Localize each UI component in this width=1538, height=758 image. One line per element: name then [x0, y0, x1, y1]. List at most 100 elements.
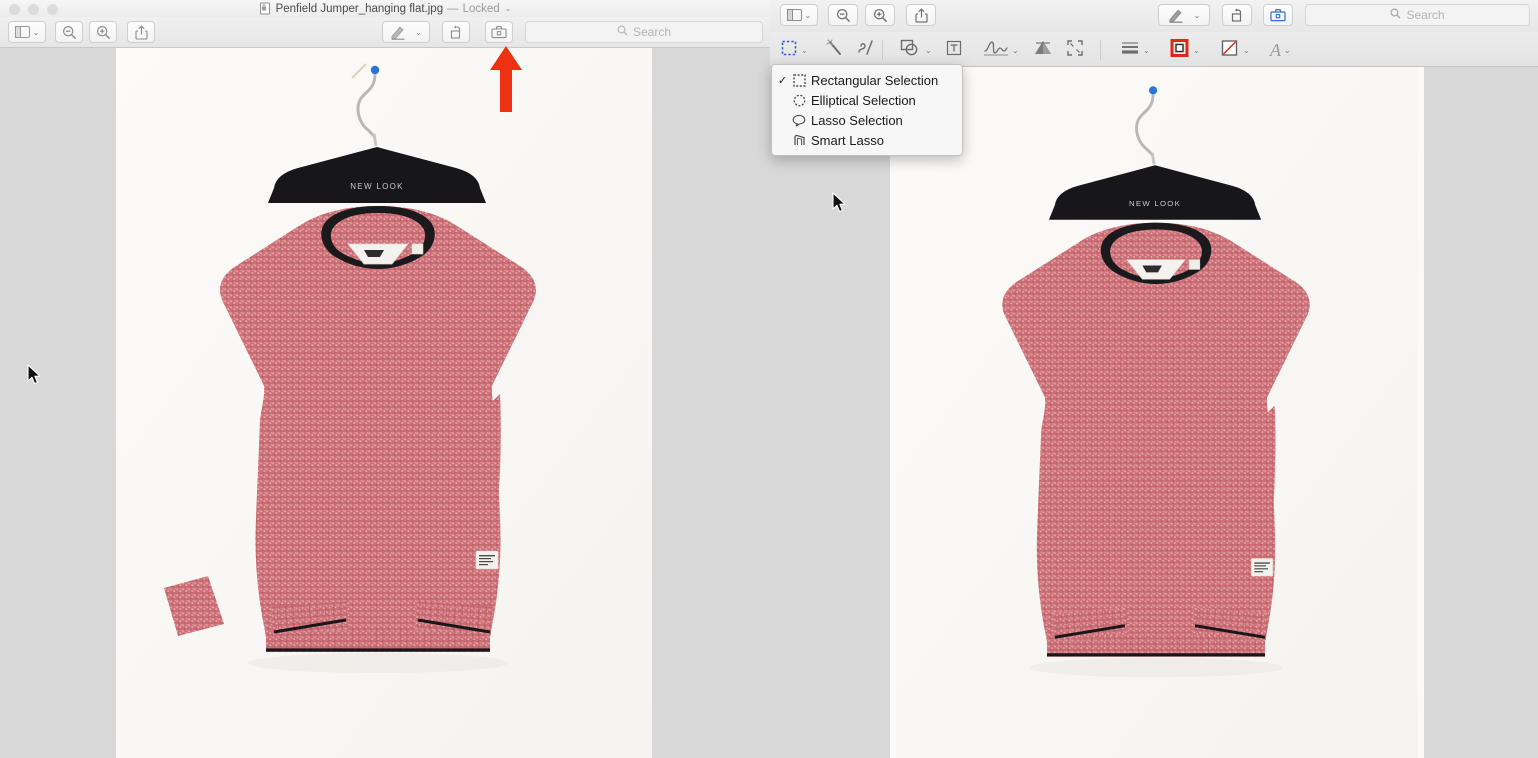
jumper-illustration-left: NEW LOOK — [116, 48, 652, 758]
zoom-in-icon — [96, 25, 111, 40]
sketch-icon — [856, 39, 876, 62]
left-canvas-area: NEW LOOK — [0, 48, 770, 758]
sidebar-icon — [787, 9, 802, 21]
search-icon — [617, 25, 628, 39]
zoom-in-button[interactable] — [89, 21, 117, 43]
chevron-down-icon[interactable]: ⌄ — [33, 28, 40, 37]
text-style-button[interactable]: A ⌄ — [1270, 39, 1291, 61]
mouse-cursor-right-window — [832, 192, 848, 219]
shape-style-button[interactable]: ⌄ — [1120, 39, 1150, 61]
menu-item-elliptical-selection[interactable]: Elliptical Selection — [772, 90, 962, 110]
border-color-button[interactable]: ⌄ — [1170, 39, 1200, 61]
chevron-down-icon[interactable]: ⌄ — [1284, 46, 1291, 55]
zoom-out-button[interactable] — [55, 21, 83, 43]
zoom-out-icon — [62, 25, 77, 40]
share-button[interactable] — [127, 21, 155, 43]
smart-lasso-icon — [789, 134, 809, 147]
markup-toolbox-icon — [1270, 8, 1286, 22]
sidebar-toggle-button[interactable]: ⌄ — [780, 4, 818, 26]
rectangular-selection-icon — [780, 40, 798, 61]
chevron-down-icon[interactable]: ⌄ — [1143, 46, 1150, 55]
selection-tool-button[interactable]: ⌄ — [780, 39, 808, 61]
toolbar-divider — [882, 40, 883, 60]
sidebar-toggle-button[interactable]: ⌄ — [8, 21, 46, 43]
markup-toolbar: ⌄ — [770, 32, 1538, 67]
window-title-filename: Penfield Jumper_hanging flat.jpg — [276, 3, 444, 15]
search-placeholder: Search — [1406, 8, 1444, 22]
markup-pen-button[interactable]: ⌄ — [382, 21, 430, 43]
instant-alpha-button[interactable] — [825, 39, 845, 61]
signature-button[interactable]: ⌄ — [983, 39, 1019, 61]
right-canvas-area: NEW LOOK — [770, 67, 1538, 758]
markup-pen-button[interactable]: ⌄ — [1158, 4, 1210, 26]
crop-icon — [1066, 39, 1084, 62]
instant-alpha-wand-icon — [825, 39, 845, 62]
markup-toolbox-icon — [491, 25, 507, 39]
share-icon — [135, 25, 148, 40]
jumper-illustration-right: NEW LOOK — [890, 67, 1424, 758]
fill-color-icon — [1220, 39, 1240, 62]
chevron-down-icon[interactable]: ⌄ — [1193, 46, 1200, 55]
search-field[interactable]: Search — [525, 21, 763, 43]
lasso-selection-icon — [789, 114, 809, 127]
zoom-in-icon — [873, 8, 888, 23]
chevron-down-icon[interactable]: ⌄ — [1243, 46, 1250, 55]
text-box-icon — [945, 39, 963, 62]
markup-toolbox-button[interactable] — [485, 21, 513, 43]
chevron-down-icon[interactable]: ⌄ — [801, 46, 808, 55]
search-field[interactable]: Search — [1305, 4, 1530, 26]
menu-item-label: Rectangular Selection — [811, 73, 938, 88]
zoom-out-button[interactable] — [828, 4, 858, 26]
photo-left[interactable]: NEW LOOK — [116, 48, 652, 758]
mouse-cursor-left-window — [27, 364, 43, 391]
photo-right[interactable]: NEW LOOK — [890, 67, 1424, 758]
checkmark-icon: ✓ — [776, 74, 789, 87]
window-title-status: Locked — [463, 3, 500, 15]
menu-item-lasso-selection[interactable]: Lasso Selection — [772, 110, 962, 130]
shape-adjust-button[interactable] — [1032, 39, 1054, 61]
share-icon — [915, 8, 928, 23]
rotate-button[interactable] — [442, 21, 470, 43]
rotate-button[interactable] — [1222, 4, 1252, 26]
share-button[interactable] — [906, 4, 936, 26]
search-placeholder: Search — [633, 25, 671, 39]
shape-adjust-icon — [1032, 39, 1054, 62]
search-icon — [1390, 8, 1401, 22]
border-color-icon — [1170, 39, 1190, 62]
red-arrow-pointer — [487, 44, 525, 119]
chevron-down-icon[interactable]: ⌄ — [505, 4, 512, 13]
markup-pen-icon — [390, 25, 406, 40]
chevron-down-icon[interactable]: ⌄ — [1194, 11, 1201, 20]
markup-toolbox-button[interactable] — [1263, 4, 1293, 26]
text-style-icon: A — [1270, 40, 1281, 61]
zoom-out-icon — [836, 8, 851, 23]
shapes-icon — [900, 39, 922, 62]
window-title: Penfield Jumper_hanging flat.jpg — Locke… — [0, 0, 770, 17]
shapes-button[interactable]: ⌄ — [900, 39, 932, 61]
selection-tool-menu[interactable]: ✓ Rectangular Selection Elliptical Selec… — [771, 64, 963, 156]
menu-item-smart-lasso[interactable]: Smart Lasso — [772, 130, 962, 150]
rectangular-selection-icon — [789, 74, 809, 87]
locked-document-icon — [259, 2, 272, 15]
right-window-toolbar: ⌄ — [770, 0, 1538, 32]
left-window-titlebar: Penfield Jumper_hanging flat.jpg — Locke… — [0, 0, 770, 17]
toolbar-divider — [1100, 40, 1101, 60]
markup-pen-icon — [1168, 8, 1184, 23]
left-window-toolbar: ⌄ — [0, 17, 770, 48]
svg-text:NEW LOOK: NEW LOOK — [1129, 199, 1181, 208]
fill-color-button[interactable]: ⌄ — [1220, 39, 1250, 61]
signature-icon — [983, 39, 1009, 62]
menu-item-rectangular-selection[interactable]: ✓ Rectangular Selection — [772, 70, 962, 90]
chevron-down-icon[interactable]: ⌄ — [925, 46, 932, 55]
rotate-left-icon — [1230, 8, 1245, 23]
chevron-down-icon[interactable]: ⌄ — [805, 11, 812, 20]
chevron-down-icon[interactable]: ⌄ — [415, 28, 422, 37]
sketch-button[interactable] — [856, 39, 876, 61]
sidebar-icon — [15, 26, 30, 38]
rotate-left-icon — [449, 25, 464, 40]
zoom-in-button[interactable] — [865, 4, 895, 26]
screenshot-root: Penfield Jumper_hanging flat.jpg — Locke… — [0, 0, 1538, 758]
chevron-down-icon[interactable]: ⌄ — [1012, 46, 1019, 55]
crop-button[interactable] — [1066, 39, 1084, 61]
text-button[interactable] — [945, 39, 963, 61]
